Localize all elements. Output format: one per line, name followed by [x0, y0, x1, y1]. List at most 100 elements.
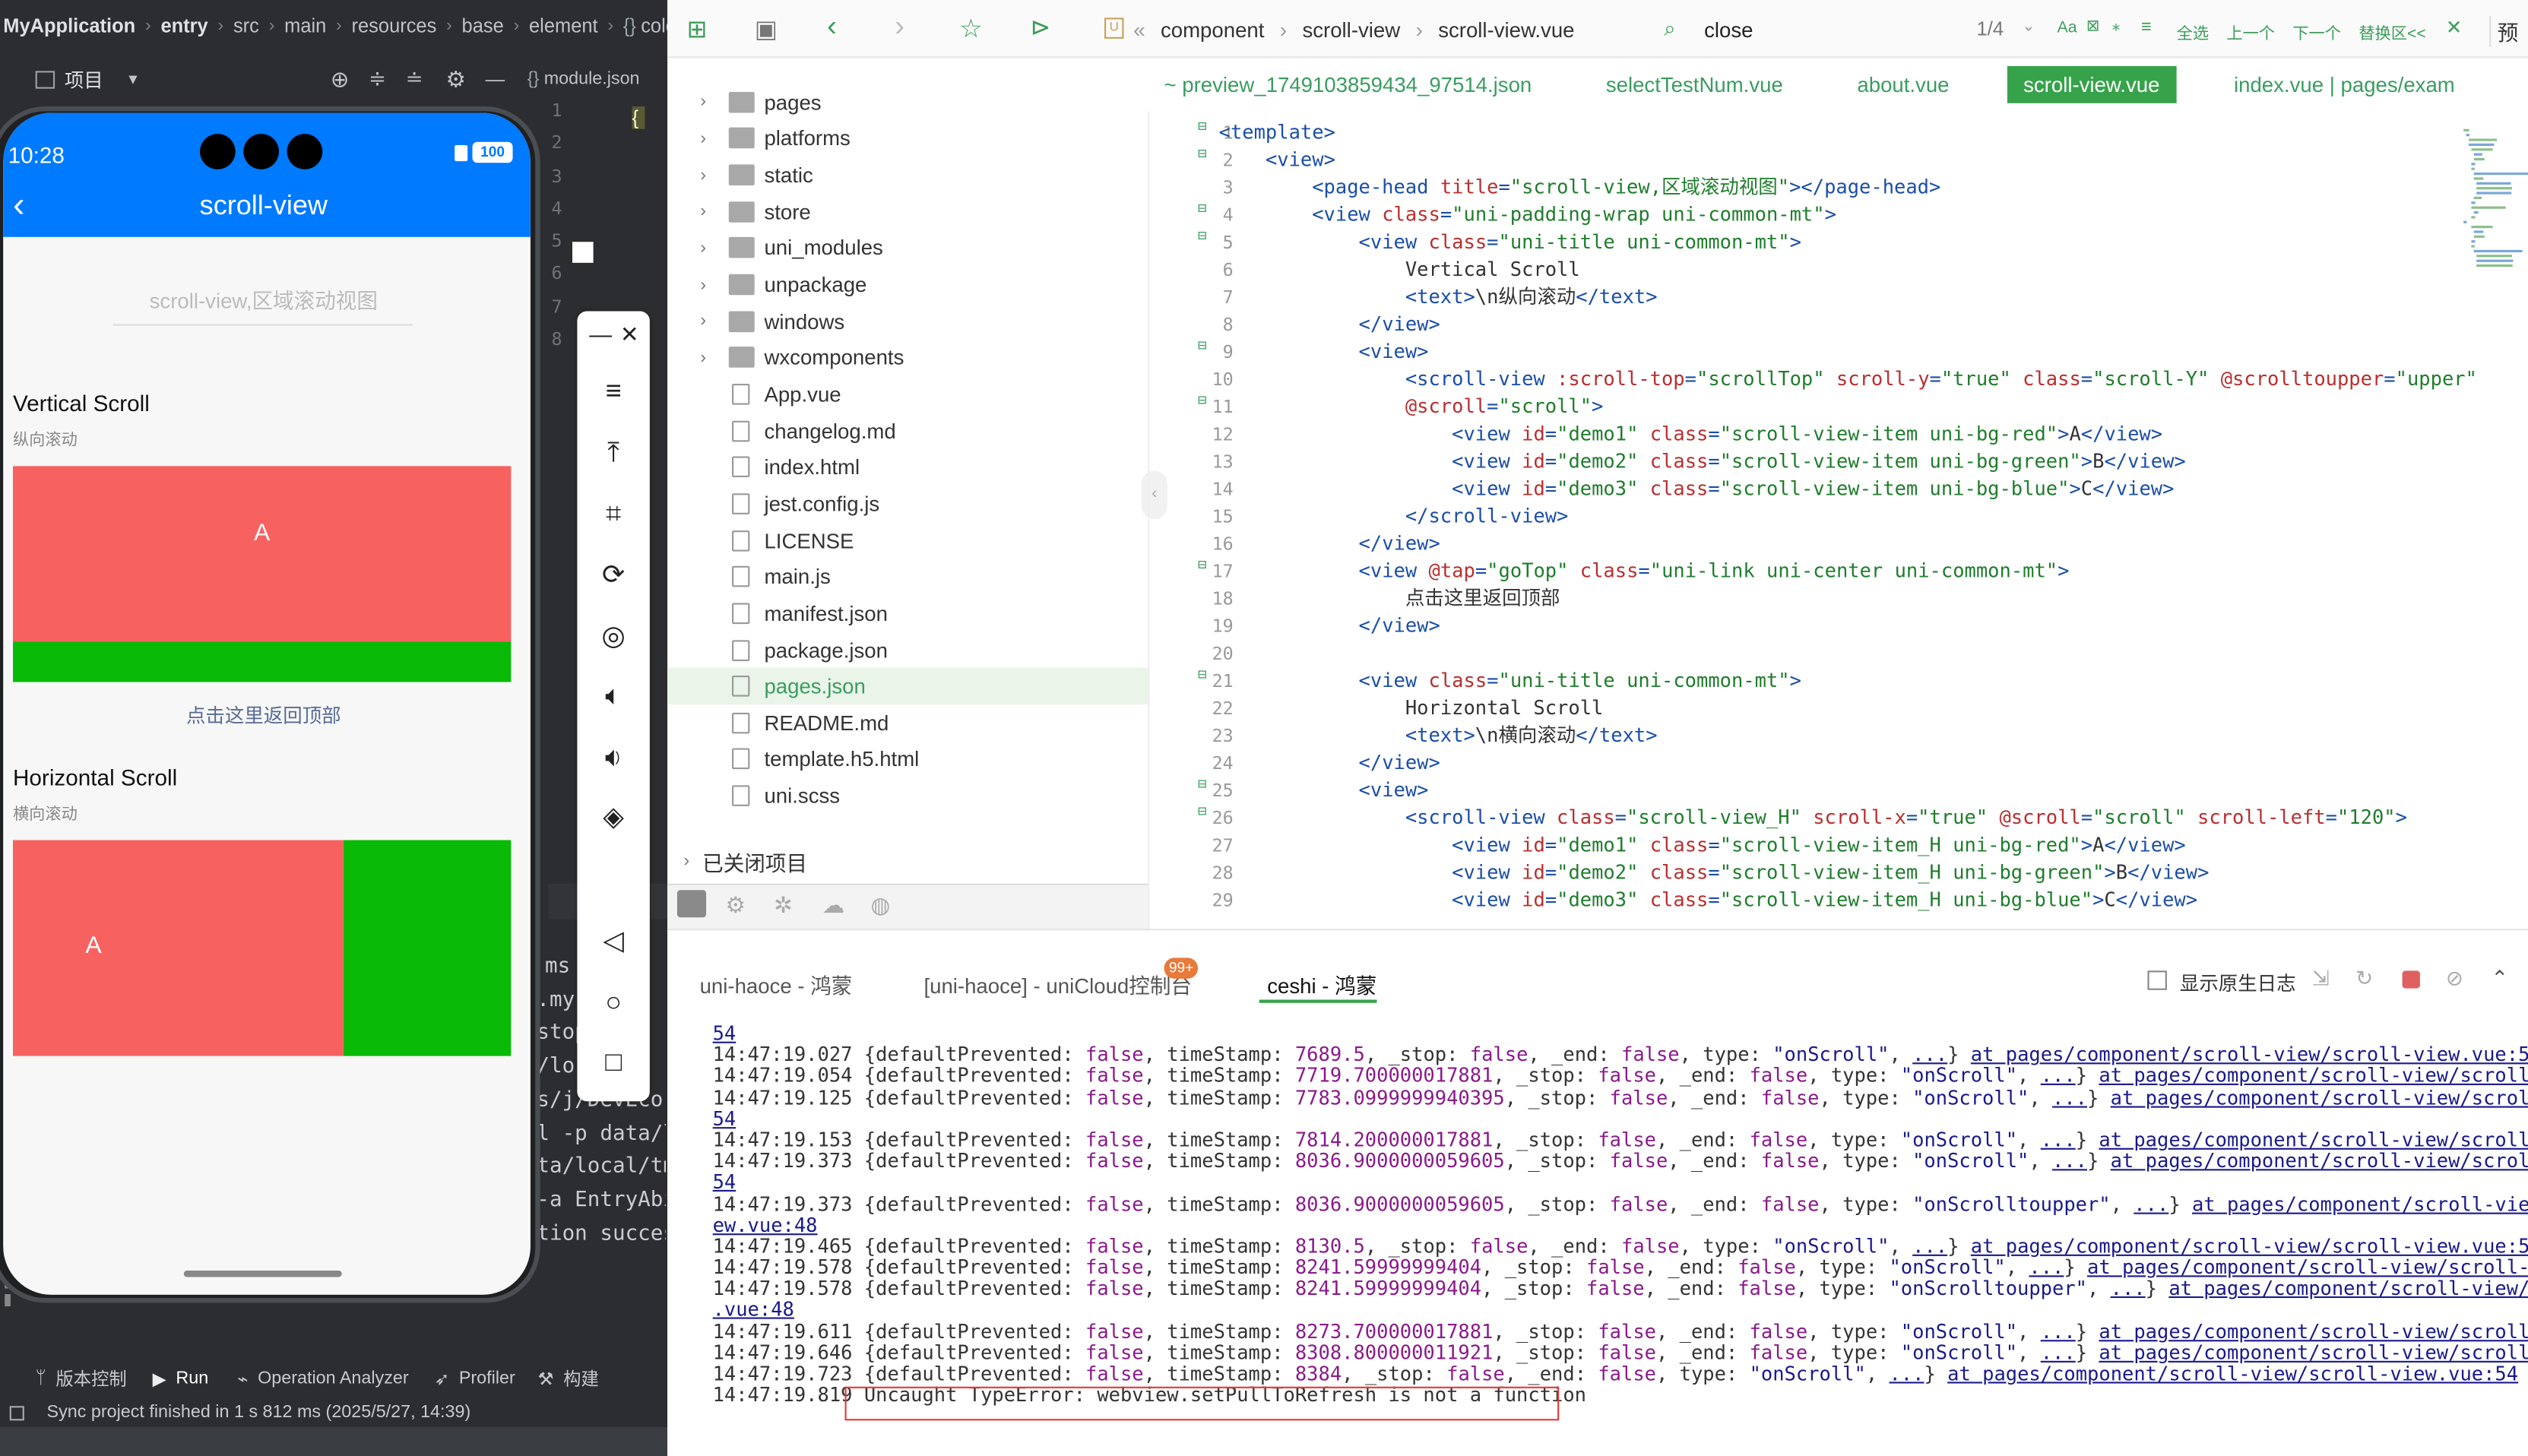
source-link[interactable]: ...: [1912, 1235, 1947, 1258]
console-tab-active[interactable]: ceshi - 鸿蒙: [1267, 969, 1376, 999]
source-link[interactable]: ...: [2041, 1128, 2076, 1151]
source-link[interactable]: 54: [713, 1107, 737, 1130]
fold-marker-icon[interactable]: ⊟: [1198, 805, 1207, 821]
new-file-icon[interactable]: ⊞: [687, 14, 708, 43]
clear-icon[interactable]: ⊘: [2446, 966, 2463, 992]
tree-item-main-js[interactable]: main.js: [667, 559, 1148, 595]
source-link[interactable]: ...: [2041, 1320, 2076, 1343]
source-link[interactable]: ...: [2041, 1065, 2076, 1087]
breadcrumb-item[interactable]: main: [284, 14, 326, 37]
editor-tab-active[interactable]: scroll-view.vue: [2007, 65, 2176, 103]
tree-item-static[interactable]: › static: [667, 157, 1148, 193]
regex-icon[interactable]: ⊠: [2086, 17, 2100, 35]
tree-item-pages[interactable]: › pages: [667, 84, 1148, 120]
next-match-button[interactable]: 下一个: [2292, 19, 2341, 43]
fold-marker-icon[interactable]: ⊟: [1198, 777, 1207, 793]
minimize-icon[interactable]: —: [486, 68, 505, 90]
home-icon[interactable]: ○: [577, 987, 649, 1019]
go-top-link[interactable]: 点击这里返回顶部: [3, 701, 524, 729]
folder-icon[interactable]: [676, 890, 707, 918]
breadcrumb-item[interactable]: scroll-view: [1302, 17, 1400, 42]
breadcrumb-item[interactable]: component: [1161, 17, 1264, 42]
tree-item-readme-md[interactable]: README.md: [667, 704, 1148, 741]
target-icon[interactable]: ⊕: [331, 65, 350, 93]
source-link[interactable]: 54: [713, 1171, 737, 1194]
save-icon[interactable]: ▣: [755, 14, 778, 43]
source-link[interactable]: at pages/component/scroll-view/scroll-vi…: [2099, 1341, 2528, 1364]
source-link[interactable]: at pages/component/scroll-view/scroll-vi…: [2099, 1065, 2528, 1087]
source-link[interactable]: at pages/component/scroll-view/scroll-: [2192, 1192, 2528, 1215]
source-link[interactable]: ...: [2134, 1192, 2168, 1215]
star-icon[interactable]: ☆: [959, 13, 982, 45]
code-editor[interactable]: 1 ⊟ 2 ⊟ 3 4 ⊟ 5 ⊟ 6 7 8 9 ⊟ 10 11 ⊟ 12 13 14 15 16 17 ⊟ 18 19 20 21…: [1148, 111, 2528, 929]
stop-icon[interactable]: [2402, 970, 2420, 989]
back-icon[interactable]: ‹: [827, 10, 837, 44]
source-link[interactable]: ...: [2041, 1341, 2076, 1364]
close-icon[interactable]: ✕: [2446, 16, 2462, 39]
breadcrumb-item[interactable]: resources: [352, 14, 437, 37]
expand-icon[interactable]: ≑: [369, 66, 386, 92]
volume-up-icon[interactable]: 🔈︎: [577, 680, 649, 712]
source-link[interactable]: .vue:48: [713, 1299, 794, 1321]
tool-run[interactable]: Run: [176, 1369, 208, 1388]
source-link[interactable]: ...: [2111, 1277, 2146, 1300]
back-icon[interactable]: ◁: [577, 926, 649, 957]
vertical-scroll-view[interactable]: A: [12, 466, 512, 682]
source-link[interactable]: at pages/component/scroll-view/scroll-vi…: [1971, 1235, 2528, 1258]
tool-vcs[interactable]: 版本控制: [55, 1366, 126, 1391]
editor-tab[interactable]: about.vue: [1841, 66, 1966, 103]
lines-icon[interactable]: ≡: [2141, 17, 2152, 36]
editor-tab[interactable]: selectTestNum.vue: [1590, 66, 1799, 103]
tree-item-app-vue[interactable]: App.vue: [667, 376, 1148, 413]
source-link[interactable]: at pages/component/scroll-view/scroll-vi…: [1947, 1363, 2518, 1385]
chevron-down-icon[interactable]: ▼: [125, 71, 140, 87]
source-link[interactable]: at pages/component/scroll-view/scroll-vi…: [2099, 1128, 2528, 1151]
source-link[interactable]: ...: [2052, 1150, 2087, 1173]
chevron-up-icon[interactable]: ⌃: [2491, 966, 2508, 992]
preview-button[interactable]: 预: [2489, 16, 2518, 47]
native-log-checkbox[interactable]: [2147, 970, 2167, 990]
debug-icon[interactable]: ✲: [774, 891, 793, 919]
source-link[interactable]: at pages/component/scroll-view/scroll-vi…: [1971, 1043, 2528, 1066]
source-link[interactable]: at pages/component/scroll-view/scroll-vi: [2168, 1277, 2528, 1300]
tool-build[interactable]: 构建: [563, 1366, 599, 1391]
rotate-icon[interactable]: ⟳: [577, 559, 649, 591]
volume-down-icon[interactable]: 🔉︎: [577, 742, 649, 774]
source-link[interactable]: ...: [1889, 1363, 1924, 1385]
chevron-down-icon[interactable]: ⌄: [2022, 17, 2035, 35]
tree-item-index-html[interactable]: index.html: [667, 449, 1148, 486]
match-case-toggle[interactable]: Aa: [2058, 19, 2077, 36]
code-content[interactable]: <template> <view> <page-head title="scro…: [1219, 119, 2477, 914]
fold-marker-icon[interactable]: ⊟: [1198, 147, 1207, 163]
prev-match-button[interactable]: 上一个: [2226, 19, 2275, 43]
fold-marker-icon[interactable]: ⊟: [1198, 394, 1207, 410]
menu-icon[interactable]: ≡: [577, 375, 649, 407]
globe-icon[interactable]: ◍: [870, 891, 890, 919]
plugin-icon[interactable]: ⚙: [726, 891, 746, 919]
source-link[interactable]: ...: [1912, 1043, 1947, 1066]
breadcrumb-item[interactable]: entry: [160, 14, 207, 37]
source-link[interactable]: at pages/component/scroll-view/scroll-vi…: [2087, 1256, 2528, 1279]
fold-marker-icon[interactable]: ⊟: [1198, 119, 1207, 135]
refresh-icon[interactable]: ↻: [2355, 966, 2373, 992]
minimap[interactable]: [2460, 119, 2528, 651]
recents-icon[interactable]: □: [577, 1046, 649, 1078]
fold-marker-icon[interactable]: ⊟: [1198, 339, 1207, 355]
fold-marker-icon[interactable]: ⊟: [1198, 229, 1207, 245]
breadcrumb-item[interactable]: MyApplication: [3, 14, 135, 37]
tree-item-package-json[interactable]: package.json: [667, 631, 1148, 668]
source-link[interactable]: at pages/component/scroll-view/scroll-vi…: [2111, 1086, 2528, 1109]
breadcrumb-item[interactable]: element: [529, 14, 598, 37]
tree-item-store[interactable]: › store: [667, 193, 1148, 229]
closed-projects[interactable]: › 已关闭项目: [667, 842, 1148, 881]
gear-icon[interactable]: ⚙: [445, 65, 466, 93]
fold-marker-icon[interactable]: ⊟: [1198, 667, 1207, 683]
tree-item-license[interactable]: LICENSE: [667, 522, 1148, 559]
open-log-icon[interactable]: ⇲: [2312, 966, 2330, 992]
forward-icon[interactable]: ›: [895, 10, 904, 44]
pin-top-icon[interactable]: ⤒: [577, 437, 649, 469]
tree-item-jest-config-js[interactable]: jest.config.js: [667, 486, 1148, 522]
word-icon[interactable]: ⁎: [2112, 17, 2121, 35]
source-link[interactable]: at pages/component/scroll-view/scroll-vi…: [2099, 1320, 2528, 1343]
breadcrumb-item[interactable]: scroll-view.vue: [1438, 17, 1574, 42]
